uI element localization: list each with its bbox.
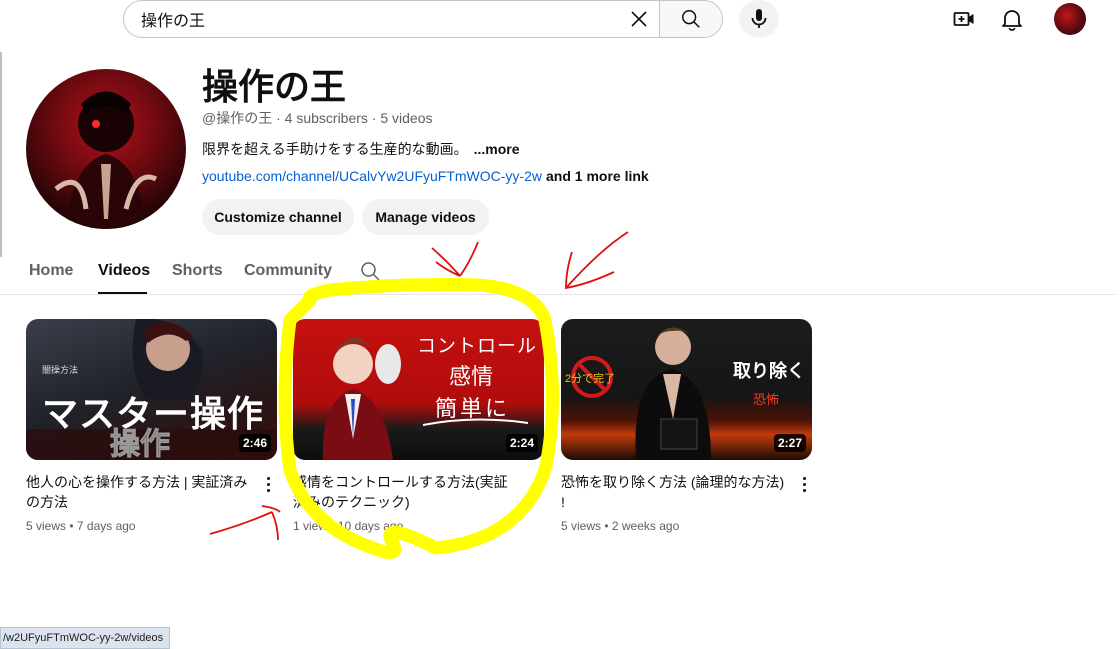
channel-description: 限界を超える手助けをする生産的な動画。 ...more — [202, 139, 520, 159]
thumbnail-text: コントロール — [417, 336, 538, 357]
thumbnail-badge: 2分で完了 — [565, 373, 616, 385]
manage-videos-button[interactable]: Manage videos — [362, 199, 489, 235]
search-box[interactable]: 操作の王 — [123, 0, 659, 38]
video-thumbnail[interactable]: 2分で完了 取り除く 恐怖 2:27 — [561, 319, 812, 460]
create-icon[interactable] — [952, 7, 976, 31]
tab-shorts[interactable]: Shorts — [172, 262, 223, 280]
more-options-icon[interactable] — [796, 474, 812, 494]
bell-icon[interactable] — [1000, 7, 1024, 31]
duration-badge: 2:24 — [505, 434, 538, 452]
channel-title: 操作の王 — [202, 66, 347, 107]
more-links-link[interactable]: and 1 more link — [546, 168, 649, 184]
thumbnail-text: 恐怖 — [753, 392, 780, 407]
thumbnail-text: 簡単に — [435, 396, 511, 421]
tabs-divider — [0, 294, 1116, 295]
search-icon — [682, 10, 700, 28]
video-meta: 5 views • 2 weeks ago — [561, 519, 680, 533]
video-title[interactable]: 他人の心を操作する方法 | 実証済みの方法 — [26, 472, 251, 512]
tab-home[interactable]: Home — [29, 262, 73, 280]
search-input[interactable]: 操作の王 — [141, 7, 619, 31]
thumbnail-text: 感情 — [449, 364, 494, 389]
channel-meta: @操作の王 · 4 subscribers · 5 videos — [202, 110, 433, 126]
search-icon[interactable] — [360, 261, 380, 281]
video-title[interactable]: 恐怖を取り除く方法 (論理的な方法) ! — [561, 472, 786, 512]
more-options-icon[interactable] — [528, 474, 544, 494]
page-edge-line — [0, 52, 2, 257]
video-title[interactable]: 感情をコントロールする方法(実証済みのテクニック) — [293, 472, 518, 512]
thumbnail-text: 取り除く — [733, 361, 805, 381]
description-text: 限界を超える手助けをする生産的な動画。 — [202, 141, 468, 157]
more-options-icon[interactable] — [260, 474, 276, 494]
duration-badge: 2:46 — [238, 434, 271, 452]
channel-url-link[interactable]: youtube.com/channel/UCalvYw2UFyuFTmWOC-y… — [202, 168, 542, 184]
tab-community[interactable]: Community — [244, 262, 332, 280]
duration-badge: 2:27 — [773, 434, 806, 452]
close-icon[interactable] — [619, 1, 659, 37]
video-meta: 5 views • 7 days ago — [26, 519, 136, 533]
voice-search-button[interactable] — [739, 0, 779, 38]
customize-channel-button[interactable]: Customize channel — [202, 199, 354, 235]
avatar[interactable] — [1054, 3, 1086, 35]
tab-videos[interactable]: Videos — [98, 262, 150, 280]
status-bar-url: /w2UFyuFTmWOC-yy-2w/videos — [0, 627, 171, 649]
more-link[interactable]: ...more — [474, 141, 520, 157]
video-thumbnail[interactable]: 闇操方法 マスター操作 操作 2:46 — [26, 319, 277, 460]
red-arrow-annotation — [431, 241, 479, 277]
thumbnail-subtext: 操作 — [110, 428, 171, 461]
search-button[interactable] — [659, 0, 723, 38]
red-arrow-annotation — [565, 231, 629, 290]
thumbnail-tag: 闇操方法 — [42, 365, 79, 375]
channel-links: youtube.com/channel/UCalvYw2UFyuFTmWOC-y… — [202, 168, 649, 184]
video-meta: 1 view • 10 days ago — [293, 519, 404, 533]
channel-avatar — [26, 69, 186, 229]
video-thumbnail[interactable]: コントロール 感情 簡単に 2:24 — [293, 319, 544, 460]
mic-icon — [751, 9, 767, 28]
